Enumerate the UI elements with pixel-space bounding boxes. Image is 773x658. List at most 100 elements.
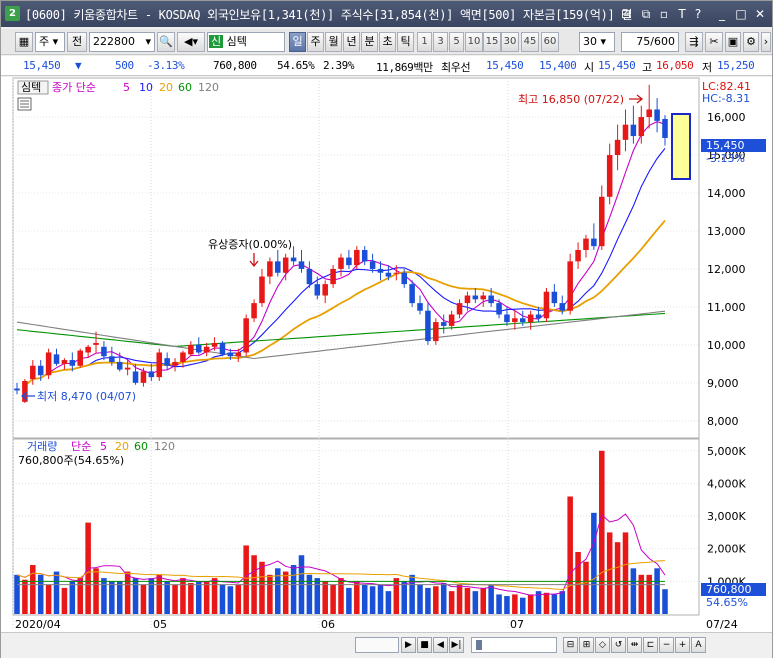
- candle-body[interactable]: [575, 249, 581, 262]
- volume-bar[interactable]: [409, 574, 415, 614]
- period-button-4[interactable]: 분: [361, 32, 378, 52]
- candle-body[interactable]: [346, 257, 352, 266]
- fold-icon[interactable]: ▫: [657, 7, 671, 21]
- candle-body[interactable]: [172, 361, 178, 366]
- candle-body[interactable]: [583, 238, 589, 250]
- current-range-box[interactable]: [671, 113, 691, 180]
- zoom-out-icon[interactable]: ⊟: [563, 637, 578, 653]
- minute-button-15[interactable]: 15: [483, 32, 501, 52]
- volume-bar[interactable]: [140, 584, 147, 614]
- scroll-end-button[interactable]: ▶|: [449, 637, 464, 653]
- volume-bar[interactable]: [109, 581, 115, 614]
- stock-name-box[interactable]: 신 심텍: [207, 32, 285, 52]
- candle-body[interactable]: [322, 284, 328, 296]
- period-button-5[interactable]: 초: [379, 32, 396, 52]
- volume-bar[interactable]: [622, 532, 629, 614]
- candle-body[interactable]: [45, 352, 52, 376]
- minimize-icon[interactable]: _: [715, 7, 729, 21]
- candle-body[interactable]: [527, 314, 534, 323]
- volume-bar[interactable]: [45, 584, 52, 614]
- candle-body[interactable]: [338, 257, 344, 269]
- volume-bar[interactable]: [417, 584, 423, 614]
- candle-body[interactable]: [512, 318, 518, 323]
- candle-body[interactable]: [132, 371, 139, 383]
- candle-body[interactable]: [69, 360, 76, 366]
- stock-code-input[interactable]: 222800 ▾: [89, 32, 155, 52]
- volume-bar[interactable]: [101, 578, 107, 614]
- volume-bar[interactable]: [654, 568, 660, 614]
- period-button-0[interactable]: 일: [289, 32, 306, 52]
- period-button-6[interactable]: 틱: [397, 32, 414, 52]
- candle-body[interactable]: [472, 295, 479, 300]
- volume-bar[interactable]: [77, 578, 83, 614]
- chart-svg[interactable]: 16,00015,00014,00013,00012,00011,00010,0…: [1, 77, 772, 632]
- volume-bar[interactable]: [124, 571, 131, 614]
- candle-body[interactable]: [164, 358, 170, 366]
- candle-body[interactable]: [409, 284, 415, 304]
- volume-bar[interactable]: [440, 582, 447, 614]
- volume-bar[interactable]: [606, 532, 613, 614]
- crosshair-icon[interactable]: ✂: [705, 32, 723, 52]
- volume-bar[interactable]: [195, 581, 202, 614]
- search-icon[interactable]: 🔍: [157, 32, 175, 52]
- volume-bar[interactable]: [512, 594, 518, 614]
- volume-bar[interactable]: [61, 587, 68, 614]
- candle-body[interactable]: [606, 155, 613, 197]
- minute-button-45[interactable]: 45: [521, 32, 539, 52]
- pin-icon[interactable]: T: [675, 7, 689, 21]
- volume-bar[interactable]: [401, 581, 407, 614]
- volume-bar[interactable]: [93, 568, 99, 614]
- volume-bar[interactable]: [30, 565, 36, 614]
- volume-bar[interactable]: [53, 571, 60, 614]
- volume-bar[interactable]: [575, 551, 581, 614]
- volume-bar[interactable]: [456, 584, 463, 614]
- candle-body[interactable]: [535, 314, 542, 319]
- reset-icon[interactable]: ↺: [611, 637, 626, 653]
- volume-bar[interactable]: [188, 582, 194, 614]
- volume-bar[interactable]: [267, 574, 273, 614]
- minute-button-10[interactable]: 10: [465, 32, 483, 52]
- minus-icon[interactable]: −: [659, 637, 674, 653]
- volume-bar[interactable]: [591, 512, 597, 614]
- candle-body[interactable]: [559, 303, 566, 311]
- zoom-in-icon[interactable]: ⊞: [579, 637, 594, 653]
- volume-bar[interactable]: [638, 574, 645, 614]
- candle-body[interactable]: [401, 272, 407, 285]
- candle-body[interactable]: [188, 344, 194, 355]
- candle-body[interactable]: [330, 268, 336, 285]
- fit-icon[interactable]: ◇: [595, 637, 610, 653]
- volume-bar[interactable]: [527, 594, 534, 614]
- candle-body[interactable]: [290, 257, 297, 262]
- volume-bar[interactable]: [630, 568, 637, 614]
- minute-button-30[interactable]: 30: [501, 32, 519, 52]
- candle-body[interactable]: [646, 109, 652, 118]
- volume-bar[interactable]: [314, 578, 321, 614]
- close-icon[interactable]: ✕: [753, 7, 767, 21]
- volume-bar[interactable]: [662, 589, 668, 614]
- minute-button-60[interactable]: 60: [541, 32, 559, 52]
- candle-body[interactable]: [464, 295, 471, 304]
- candle-body[interactable]: [243, 318, 249, 353]
- volume-bar[interactable]: [385, 591, 392, 614]
- volume-bar[interactable]: [180, 578, 186, 614]
- candle-body[interactable]: [567, 261, 573, 311]
- minute-button-1[interactable]: 1: [417, 32, 432, 52]
- minute-button-5[interactable]: 5: [449, 32, 464, 52]
- candle-body[interactable]: [519, 318, 526, 323]
- candle-body[interactable]: [417, 303, 423, 311]
- zoom-slider[interactable]: [471, 637, 557, 653]
- volume-bar[interactable]: [472, 591, 479, 614]
- volume-bar[interactable]: [156, 574, 163, 614]
- candle-body[interactable]: [211, 342, 218, 347]
- interval-select[interactable]: 30 ▾: [579, 32, 615, 52]
- volume-bar[interactable]: [543, 592, 550, 614]
- stop-button[interactable]: ■: [417, 637, 432, 653]
- candle-body[interactable]: [180, 352, 186, 362]
- scroll-right-button[interactable]: ▶: [401, 637, 416, 653]
- volume-bar[interactable]: [282, 571, 289, 614]
- volume-bar[interactable]: [290, 565, 297, 614]
- more-icon[interactable]: ›: [761, 32, 771, 52]
- volume-bar[interactable]: [393, 578, 400, 614]
- volume-bar[interactable]: [346, 587, 352, 614]
- volume-bar[interactable]: [599, 450, 605, 614]
